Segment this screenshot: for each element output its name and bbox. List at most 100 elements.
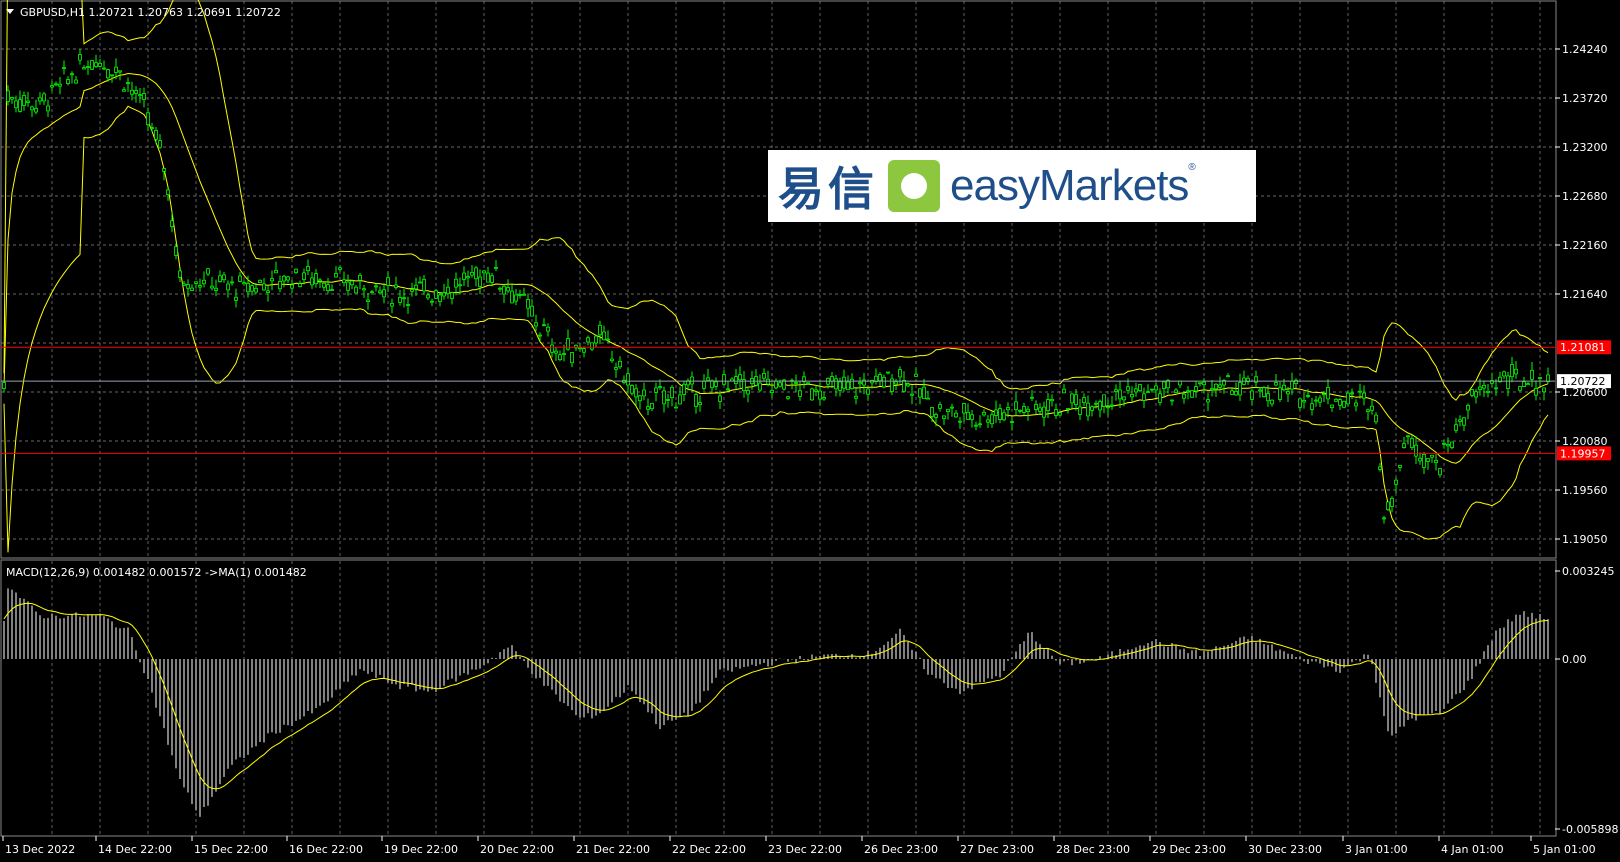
- time-tick-label: 30 Dec 23:00: [1248, 843, 1322, 856]
- time-tick-label: 19 Dec 22:00: [384, 843, 458, 856]
- candle-body: [22, 95, 26, 106]
- candle-body: [602, 331, 606, 341]
- candle-body: [1542, 387, 1546, 393]
- time-tick-label: 21 Dec 22:00: [576, 843, 650, 856]
- time-tick-label: 5 Jan 01:00: [1533, 843, 1596, 856]
- candle-body: [1002, 412, 1006, 421]
- candle-body: [858, 382, 862, 385]
- candle-body: [1506, 375, 1510, 389]
- time-tick-label: 15 Dec 22:00: [194, 843, 268, 856]
- candle-body: [510, 290, 514, 304]
- candle-body: [594, 335, 598, 344]
- candle-body: [690, 376, 694, 385]
- candle-body: [1050, 398, 1054, 402]
- candle-body: [134, 90, 138, 94]
- candle-body: [1310, 403, 1314, 410]
- candle-body: [1458, 419, 1462, 422]
- candle-body: [834, 378, 838, 390]
- candle-body: [1046, 399, 1050, 412]
- candle-body: [762, 373, 766, 379]
- candle-body: [1162, 381, 1166, 389]
- candle-body: [398, 296, 402, 303]
- candle-body: [546, 326, 550, 332]
- candle-body: [146, 112, 150, 126]
- candle-body: [38, 97, 42, 102]
- candle-body: [298, 283, 302, 287]
- candle-body: [614, 367, 618, 370]
- candle-body: [1218, 384, 1222, 388]
- candle-body: [1250, 390, 1254, 400]
- candle-body: [930, 406, 934, 417]
- candle-body: [526, 299, 530, 309]
- candle-body: [654, 387, 658, 393]
- candle-body: [674, 406, 678, 409]
- candle-body: [1322, 393, 1326, 396]
- candle-body: [734, 376, 738, 384]
- candle-body: [1214, 383, 1218, 390]
- candle-body: [1226, 375, 1230, 378]
- price-level-label: 1.19957: [1560, 447, 1606, 460]
- candle-body: [206, 268, 210, 275]
- price-tick-label: 1.20080: [1562, 435, 1608, 448]
- candle-body: [218, 275, 222, 282]
- candle-body: [518, 294, 522, 296]
- time-tick-label: 14 Dec 22:00: [98, 843, 172, 856]
- candle-body: [1502, 371, 1506, 377]
- candle-body: [1298, 398, 1302, 408]
- candle-body: [814, 389, 818, 392]
- candle-body: [1034, 404, 1038, 410]
- candle-body: [794, 382, 798, 384]
- candle-body: [382, 289, 386, 298]
- candle-body: [590, 342, 594, 350]
- candle-body: [1038, 407, 1042, 412]
- candle-body: [1182, 393, 1186, 399]
- candle-body: [58, 83, 62, 87]
- candle-body: [230, 281, 234, 284]
- candle-body: [106, 69, 110, 79]
- macd-label: MACD(12,26,9) 0.001482 0.001572 ->MA(1) …: [6, 566, 307, 579]
- candle-body: [634, 388, 638, 398]
- candle-body: [710, 380, 714, 389]
- candle-body: [110, 74, 114, 77]
- candle-body: [1102, 394, 1106, 407]
- candle-body: [1434, 460, 1438, 464]
- candle-body: [1378, 466, 1382, 470]
- candle-body: [1438, 468, 1442, 476]
- price-tick-label: 1.22160: [1562, 239, 1608, 252]
- candle-body: [426, 294, 430, 299]
- candle-body: [718, 395, 722, 402]
- horizontal-levels[interactable]: 1.210811.199571.20722: [1, 340, 1611, 461]
- candle-body: [1014, 401, 1018, 410]
- candle-body: [1114, 389, 1118, 392]
- candle-body: [1362, 392, 1366, 399]
- candle-body: [842, 376, 846, 389]
- candle-body: [78, 54, 82, 61]
- candle-body: [94, 62, 98, 68]
- candle-body: [150, 127, 154, 129]
- candle-body: [438, 294, 442, 302]
- candle-body: [898, 369, 902, 378]
- candle-body: [1210, 388, 1214, 391]
- candle-body: [914, 373, 918, 377]
- candle-body: [18, 99, 22, 112]
- candle-body: [122, 89, 126, 92]
- candle-body: [934, 414, 938, 418]
- candle-body: [70, 73, 74, 76]
- candle-body: [786, 396, 790, 399]
- candle-body: [458, 284, 462, 287]
- candle-body: [178, 270, 182, 278]
- candle-body: [222, 274, 226, 281]
- candle-body: [1342, 400, 1346, 408]
- symbol-header: GBPUSD,H1 1.20721 1.20763 1.20691 1.2072…: [20, 6, 281, 19]
- candle-body: [326, 284, 330, 292]
- candle-body: [170, 220, 174, 227]
- candle-body: [974, 424, 978, 427]
- candle-body: [190, 287, 194, 291]
- candle-body: [114, 66, 118, 73]
- price-chart[interactable]: 1.210811.199571.20722 1.242401.237201.23…: [0, 0, 1620, 862]
- candle-body: [702, 380, 706, 389]
- candle-body: [1206, 399, 1210, 403]
- candle-body: [482, 270, 486, 274]
- candle-body: [210, 285, 214, 289]
- candle-body: [550, 344, 554, 353]
